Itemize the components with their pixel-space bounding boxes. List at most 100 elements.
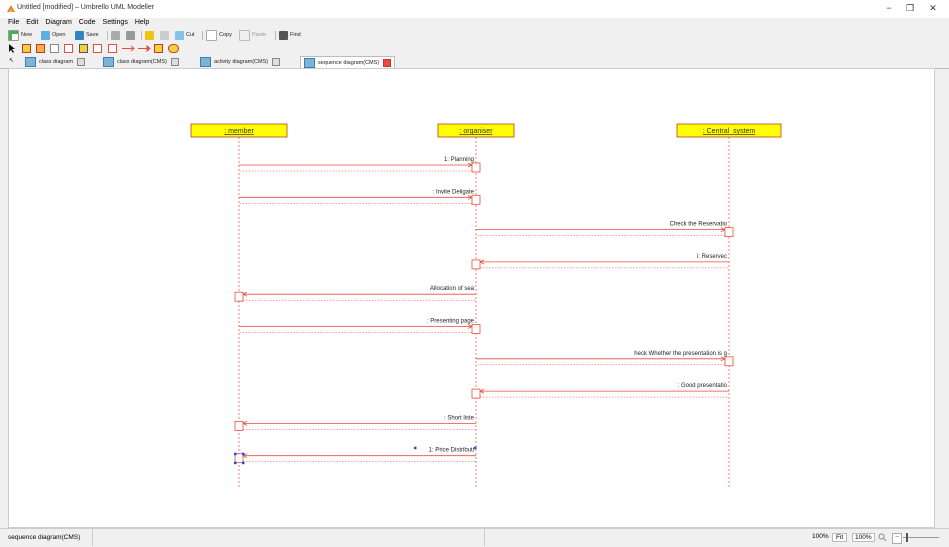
status-segment (92, 529, 485, 546)
minimize-button[interactable]: − (882, 3, 896, 15)
object-label-central[interactable]: : Central_system (703, 128, 756, 135)
activation-box[interactable] (471, 162, 481, 173)
combined-fragment-icon[interactable] (154, 44, 163, 53)
close-tab-icon[interactable] (272, 57, 281, 66)
tab-class-diagram-cms[interactable]: class diagram(CMS) (100, 56, 182, 67)
toolbar-separator (107, 31, 108, 40)
message-found-tool-icon[interactable] (108, 44, 117, 53)
message-label[interactable]: : Presenting page (427, 319, 475, 325)
selection-handle[interactable] (414, 446, 417, 450)
redo-icon (160, 30, 169, 40)
zoom-out-button[interactable]: − (892, 533, 902, 544)
new-button[interactable]: New (8, 29, 32, 41)
activation-box[interactable] (724, 227, 734, 238)
message-label[interactable]: 1: Planning (444, 157, 474, 163)
main-toolbar: New Open Save Cut Copy Paste Find (0, 28, 949, 42)
class-diagram-icon (103, 56, 114, 67)
activation-box[interactable] (234, 420, 244, 431)
redo-button[interactable] (160, 30, 171, 40)
menu-code[interactable]: Code (79, 18, 96, 28)
find-button[interactable]: Find (279, 30, 301, 40)
message-label[interactable]: Allocation of sea (430, 286, 475, 292)
toolbar-separator (141, 31, 142, 40)
sequence-diagram[interactable]: : member : organiser : Central_system 1: Pl… (9, 69, 934, 527)
message-label[interactable]: : Invite Deligate (433, 189, 475, 195)
paste-button[interactable]: Paste (239, 29, 266, 41)
tab-sequence-diagram-cms[interactable]: sequence diagram(CMS) (300, 56, 396, 68)
menu-diagram[interactable]: Diagram (45, 18, 71, 28)
print-icon (111, 30, 120, 40)
object-label-organiser[interactable]: : organiser (459, 128, 493, 135)
menu-settings[interactable]: Settings (103, 18, 128, 28)
zoom-100-button[interactable]: 100% (852, 533, 875, 542)
zoom-slider-handle[interactable] (906, 533, 908, 542)
tab-class-diagram[interactable]: class diagram (22, 56, 88, 67)
scissors-icon (175, 30, 184, 40)
actor-tool-icon[interactable] (36, 44, 45, 53)
activation-box[interactable] (234, 291, 244, 302)
fit-button[interactable]: Fit (832, 533, 848, 542)
activation-box[interactable] (471, 194, 481, 205)
menu-help[interactable]: Help (135, 18, 149, 28)
selection-handle[interactable] (474, 446, 477, 450)
activation-box[interactable] (471, 259, 481, 270)
menu-bar: File Edit Diagram Code Settings Help (0, 18, 949, 28)
activation-box[interactable] (724, 356, 734, 367)
title-bar: Untitled [modified] – Umbrello UML Model… (0, 0, 949, 18)
message-label[interactable]: 1: Price Distributi (429, 448, 474, 454)
message-label[interactable]: : Short liste (444, 415, 475, 421)
print-preview-icon (126, 30, 135, 40)
state-tool-icon[interactable] (168, 44, 179, 53)
sync-message-icon[interactable] (122, 44, 136, 53)
close-tab-icon[interactable] (76, 57, 85, 66)
undo-icon (145, 30, 154, 40)
window-title: Untitled [modified] – Umbrello UML Model… (17, 4, 155, 11)
async-message-icon[interactable] (138, 44, 152, 53)
diagram-tabbar: ↖ class diagram class diagram(CMS) activ… (0, 55, 949, 69)
note-tool-icon[interactable] (50, 44, 59, 53)
select-arrow-icon[interactable] (8, 44, 17, 53)
sequence-diagram-icon (304, 57, 315, 68)
close-button[interactable]: ✕ (926, 3, 940, 15)
object-tool-icon[interactable] (22, 44, 31, 53)
zoom-level: 100% (812, 533, 829, 540)
zoom-slider[interactable] (903, 537, 939, 538)
toolbar-separator (275, 31, 276, 40)
menu-edit[interactable]: Edit (26, 18, 38, 28)
diagram-canvas[interactable]: : member : organiser : Central_system 1: Pl… (8, 68, 935, 528)
print-button[interactable] (111, 30, 122, 40)
toolbar-separator (202, 31, 203, 40)
save-button[interactable]: Save (75, 30, 99, 40)
cut-button[interactable]: Cut (175, 30, 195, 40)
text-tool-icon[interactable] (79, 44, 88, 53)
open-folder-icon (41, 30, 50, 40)
message-label[interactable]: Check the Reservatio (670, 222, 728, 228)
open-button[interactable]: Open (41, 30, 65, 40)
menu-file[interactable]: File (8, 18, 19, 28)
box-tool-icon[interactable] (64, 44, 73, 53)
selection-handle[interactable] (234, 461, 237, 465)
status-text: sequence diagram(CMS) (8, 534, 81, 541)
selection-handle[interactable] (242, 452, 245, 456)
magnifier-icon[interactable] (878, 533, 887, 542)
copy-icon (206, 29, 217, 41)
binoculars-icon (279, 30, 288, 40)
selection-handle[interactable] (242, 461, 245, 465)
object-label-member[interactable]: : member (224, 128, 254, 135)
selection-handle[interactable] (234, 452, 237, 456)
activity-diagram-icon (200, 56, 211, 67)
print-preview-button[interactable] (126, 30, 137, 40)
message-label[interactable]: i: Reservec (697, 254, 727, 260)
maximize-button[interactable]: ❐ (903, 3, 917, 15)
anchor-tool-icon[interactable] (93, 44, 102, 53)
tab-activity-diagram-cms[interactable]: activity diagram(CMS) (197, 56, 283, 67)
copy-button[interactable]: Copy (206, 29, 232, 41)
activation-box[interactable] (471, 388, 481, 399)
new-tab-icon[interactable]: ↖ (9, 57, 14, 64)
message-label[interactable]: : Good presentatio (678, 383, 728, 389)
undo-button[interactable] (145, 30, 156, 40)
activation-box[interactable] (471, 324, 481, 334)
close-tab-icon[interactable] (383, 58, 392, 67)
close-tab-icon[interactable] (170, 57, 179, 66)
message-label[interactable]: heck Whether the presentation is g (634, 351, 727, 357)
